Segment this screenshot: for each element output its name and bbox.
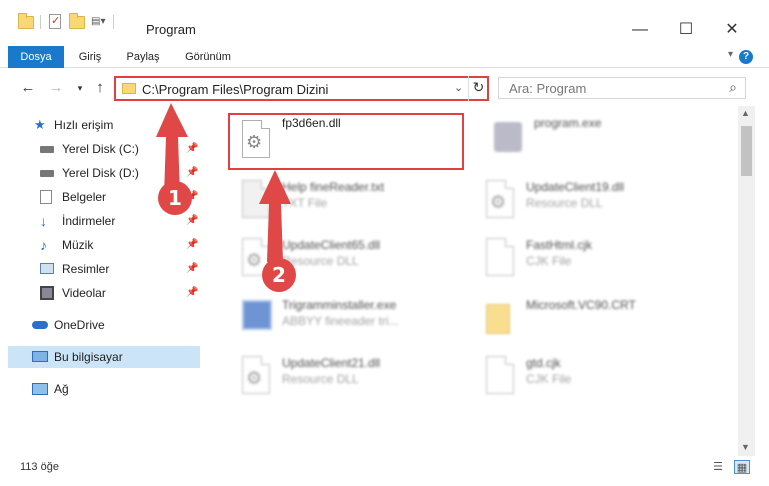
cjk-file-icon [482, 354, 518, 398]
search-placeholder: Ara: Program [509, 81, 587, 96]
file-item-program-exe[interactable]: program.exe [480, 114, 720, 170]
tab-gorunum[interactable]: Görünüm [178, 46, 238, 68]
forward-button[interactable]: → [46, 78, 66, 98]
pin-icon[interactable]: 📌 [186, 282, 198, 304]
nav-label: Müzik [62, 238, 94, 252]
file-type: Resource DLL [282, 372, 359, 386]
nav-label: OneDrive [54, 318, 105, 332]
address-dropdown-icon[interactable]: ⌄ [454, 81, 463, 94]
pin-icon[interactable]: 📌 [186, 234, 198, 256]
new-folder-icon[interactable] [69, 13, 85, 30]
scroll-up-icon[interactable]: ▲ [741, 108, 750, 118]
divider [40, 15, 41, 29]
search-input[interactable]: Ara: Program ⌕ [498, 77, 746, 99]
help-icon[interactable]: ? [739, 50, 753, 64]
folder-icon [122, 83, 136, 94]
pin-icon[interactable]: 📌 [186, 258, 198, 280]
maximize-button[interactable]: ☐ [663, 18, 709, 42]
tab-paylas[interactable]: Paylaş [122, 46, 164, 68]
folder-icon [482, 296, 518, 340]
computer-icon [32, 351, 48, 362]
annotation-badge-2: 2 [262, 258, 296, 292]
scroll-down-icon[interactable]: ▼ [741, 442, 750, 452]
file-name: FastHtml.cjk [526, 238, 592, 252]
installer-icon [238, 296, 274, 340]
status-bar: 113 öğe ☰ ▦ [0, 456, 769, 480]
documents-icon [40, 190, 52, 204]
file-item-fasthtml-cjk[interactable]: FastHtml.cjk CJK File [472, 232, 712, 288]
nav-label: Resimler [62, 262, 110, 276]
tab-dosya[interactable]: Dosya [8, 46, 64, 68]
ribbon-expand-icon[interactable]: ▾ [728, 49, 733, 60]
dll-file-icon: ⚙ [482, 178, 518, 222]
details-view-icon[interactable]: ☰ [710, 460, 726, 474]
cloud-icon [32, 321, 48, 329]
nav-label: Ağ [54, 382, 69, 396]
folder-icon [18, 13, 34, 30]
nav-item-this-pc[interactable]: Bu bilgisayar [8, 346, 200, 368]
minimize-button[interactable]: — [617, 18, 663, 42]
download-icon: ↓ [40, 213, 47, 229]
file-item-updateclient21[interactable]: ⚙ UpdateClient21.dll Resource DLL [228, 350, 468, 406]
scrollbar-thumb[interactable] [741, 126, 752, 176]
file-name: program.exe [534, 116, 602, 130]
window-title: Program [146, 22, 196, 37]
customize-toolbar-icon[interactable]: ▤▾ [91, 14, 107, 30]
file-name: gtd.cjk [526, 356, 561, 370]
file-highlight-box [228, 113, 464, 170]
quick-access-toolbar: ▤▾ [18, 12, 120, 32]
file-name: Trigramminstaller.exe [282, 298, 397, 312]
file-type: ABBYY fineeader tri... [282, 314, 399, 328]
divider [113, 15, 114, 29]
file-item-gtd-cjk[interactable]: gtd.cjk CJK File [472, 350, 712, 406]
nav-label: Yerel Disk (D:) [62, 166, 139, 180]
file-name: UpdateClient21.dll [282, 356, 381, 370]
file-type: CJK File [526, 372, 572, 386]
file-item-trigramminstaller[interactable]: Trigramminstaller.exe ABBYY fineeader tr… [228, 292, 468, 348]
annotation-badge-1: 1 [158, 181, 192, 215]
up-button[interactable]: ↑ [90, 78, 110, 98]
file-type: Resource DLL [526, 196, 603, 210]
nav-label: Yerel Disk (C:) [62, 142, 139, 156]
file-item-updateclient19[interactable]: ⚙ UpdateClient19.dll Resource DLL [472, 174, 712, 230]
videos-icon [40, 286, 54, 300]
file-type: CJK File [526, 254, 572, 268]
title-bar: ▤▾ Program — ☐ ✕ [0, 0, 769, 44]
drive-icon [40, 146, 54, 153]
nav-label: Bu bilgisayar [54, 350, 123, 364]
nav-item-pictures[interactable]: Resimler 📌 [0, 258, 202, 280]
nav-label: Hızlı erişim [54, 118, 114, 132]
vertical-scrollbar[interactable]: ▲ ▼ [738, 106, 755, 456]
star-icon: ★ [34, 117, 46, 132]
item-count: 113 öğe [20, 461, 59, 473]
back-button[interactable]: ← [18, 78, 38, 98]
properties-icon[interactable] [47, 14, 63, 30]
refresh-icon[interactable]: ↻ [468, 76, 488, 101]
drive-icon [40, 170, 54, 177]
close-button[interactable]: ✕ [709, 18, 755, 42]
ribbon-tabs: Dosya Giriş Paylaş Görünüm ▾ ? [0, 46, 769, 68]
nav-item-network[interactable]: Ağ [0, 378, 202, 400]
file-name: Microsoft.VC90.CRT [526, 298, 636, 312]
exe-file-icon [490, 118, 526, 162]
nav-label: Videolar [62, 286, 106, 300]
nav-label: Belgeler [62, 190, 107, 204]
pictures-icon [40, 263, 54, 274]
dll-file-icon: ⚙ [238, 354, 274, 398]
search-icon[interactable]: ⌕ [729, 79, 737, 96]
nav-item-music[interactable]: ♪ Müzik 📌 [0, 234, 202, 256]
navigation-bar: ← → ▾ ↑ C:\Program Files\Program Dizini … [0, 72, 769, 104]
nav-label: İndirmeler [62, 214, 116, 228]
nav-item-videos[interactable]: Videolar 📌 [0, 282, 202, 304]
tab-giris[interactable]: Giriş [72, 46, 108, 68]
large-icons-view-icon[interactable]: ▦ [734, 460, 750, 474]
music-icon: ♪ [40, 237, 47, 253]
cjk-file-icon [482, 236, 518, 280]
file-name: UpdateClient19.dll [526, 180, 625, 194]
recent-locations-icon[interactable]: ▾ [70, 78, 90, 98]
file-item-microsoft-vc90[interactable]: Microsoft.VC90.CRT [472, 292, 712, 348]
nav-item-onedrive[interactable]: OneDrive [0, 314, 202, 336]
network-icon [32, 383, 48, 395]
